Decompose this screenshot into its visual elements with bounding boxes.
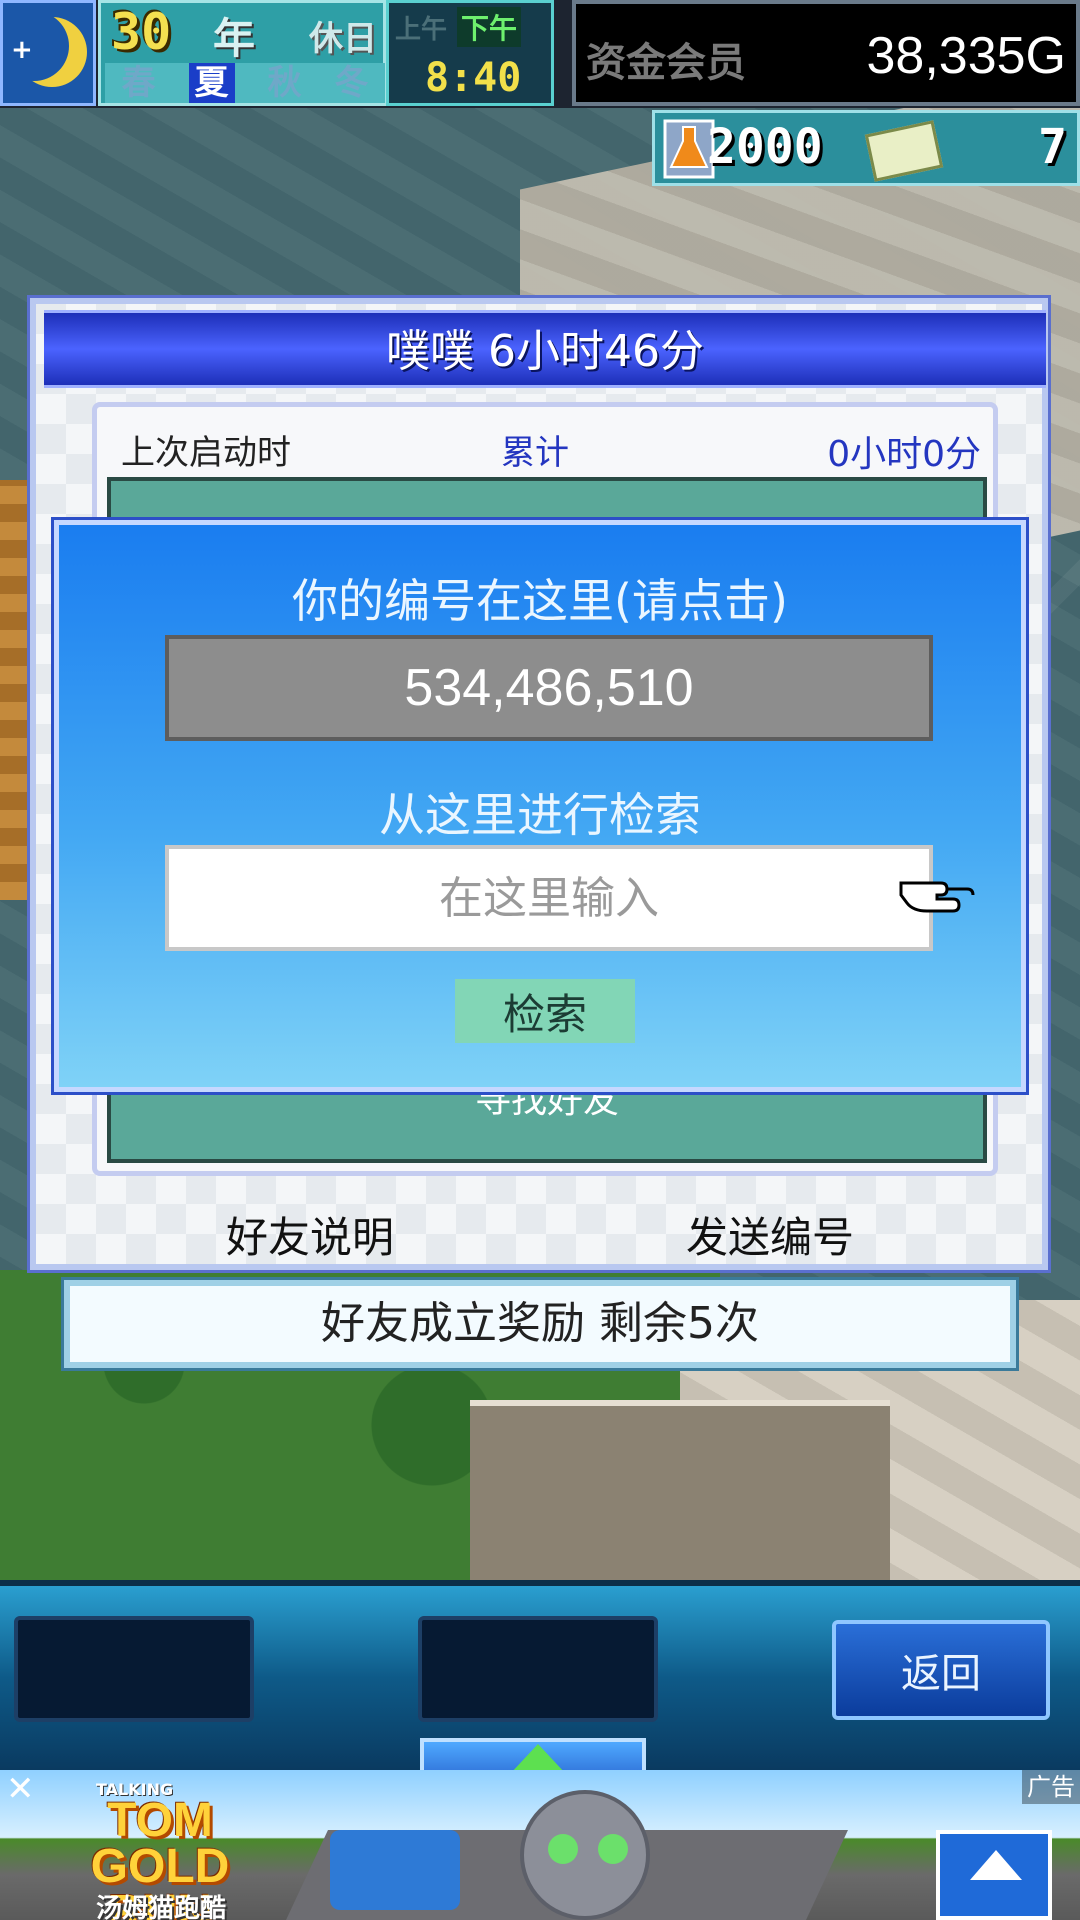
search-input[interactable] (165, 845, 933, 951)
player-id-value: 534,486,510 (404, 659, 694, 717)
player-id-box[interactable]: 534,486,510 (165, 635, 933, 741)
status-bar: + 30 年 休日 春 夏 秋 冬 上午 下午 8:40 资金会员 38,335… (0, 0, 1080, 108)
staff-count-value: 7 (1038, 119, 1067, 175)
time-of-day-box[interactable]: + (0, 0, 96, 106)
friend-help-link[interactable]: 好友说明 (226, 1204, 394, 1265)
panel-links: 好友说明 发送编号 (36, 1204, 1038, 1264)
total-value: 0小时0分 (827, 434, 981, 475)
back-button[interactable]: 返回 (832, 1620, 1050, 1720)
calendar-box: 30 年 休日 春 夏 秋 冬 (98, 0, 386, 106)
season-autumn: 秋 (267, 63, 302, 103)
panel-header: 噗噗 6小时46分 (44, 310, 1046, 388)
season-indicator: 春 夏 秋 冬 (105, 63, 385, 103)
funds-label: 资金会员 (586, 40, 746, 86)
pm-label: 下午 (457, 7, 522, 47)
ad-cat-eye (548, 1834, 578, 1864)
clock-box: 上午 下午 8:40 (386, 0, 554, 106)
launch-stats-row: 上次启动时 累计 0小时0分 (111, 421, 981, 475)
friend-reward-bar: 好友成立奖励 剩余5次 (64, 1280, 1016, 1368)
season-spring: 春 (121, 63, 156, 103)
total-label: 累计 (501, 433, 569, 473)
send-number-link[interactable]: 发送编号 (686, 1204, 854, 1265)
season-summer: 夏 (188, 63, 235, 103)
pointer-hand-icon (899, 881, 975, 913)
reward-text: 好友成立奖励 剩余5次 (321, 1298, 759, 1349)
last-launch-label: 上次启动时 (121, 433, 291, 473)
ad-label: 广告 (1022, 1770, 1080, 1804)
ad-van-graphic (330, 1830, 460, 1910)
search-button[interactable]: 检索 (455, 979, 635, 1043)
search-caption: 从这里进行检索 (379, 788, 701, 842)
menu-slot-left[interactable] (14, 1616, 254, 1722)
panel-title: 噗噗 6小时46分 (386, 326, 704, 377)
am-label: 上午 (395, 15, 448, 45)
ad-brand-cn: 汤姆猫跑酷 (96, 1894, 227, 1920)
resource-strip: 2000 7 (652, 110, 1080, 186)
funds-box: 资金会员 38,335G (572, 0, 1080, 106)
holiday-label: 休日 (309, 19, 377, 59)
clock-time: 8:40 (425, 55, 522, 101)
funds-value: 38,335G (866, 27, 1067, 85)
ad-cat-eye (598, 1834, 628, 1864)
ad-cat-graphic (520, 1790, 650, 1920)
up-arrow-icon (970, 1850, 1022, 1880)
bottom-control-bar: 返回 (0, 1580, 1080, 1778)
friend-search-dialog: 你的编号在这里(请点击) 534,486,510 从这里进行检索 检索 (54, 520, 1026, 1092)
building-roof (470, 1400, 890, 1580)
year-label: 年 (213, 14, 256, 63)
menu-slot-center[interactable] (418, 1616, 658, 1722)
year-number: 30 (111, 3, 172, 61)
season-winter: 冬 (334, 63, 369, 103)
id-caption: 你的编号在这里(请点击) (292, 574, 788, 628)
ticket-icon (864, 120, 944, 182)
close-icon[interactable]: ✕ (0, 1770, 36, 1807)
research-points-value: 2000 (707, 119, 823, 175)
ad-install-button[interactable] (936, 1830, 1052, 1920)
plus-icon: + (11, 35, 33, 65)
ad-banner[interactable]: TALKING TOM GOLD RUN 汤姆猫跑酷 ✕ 广告 (0, 1770, 1080, 1920)
